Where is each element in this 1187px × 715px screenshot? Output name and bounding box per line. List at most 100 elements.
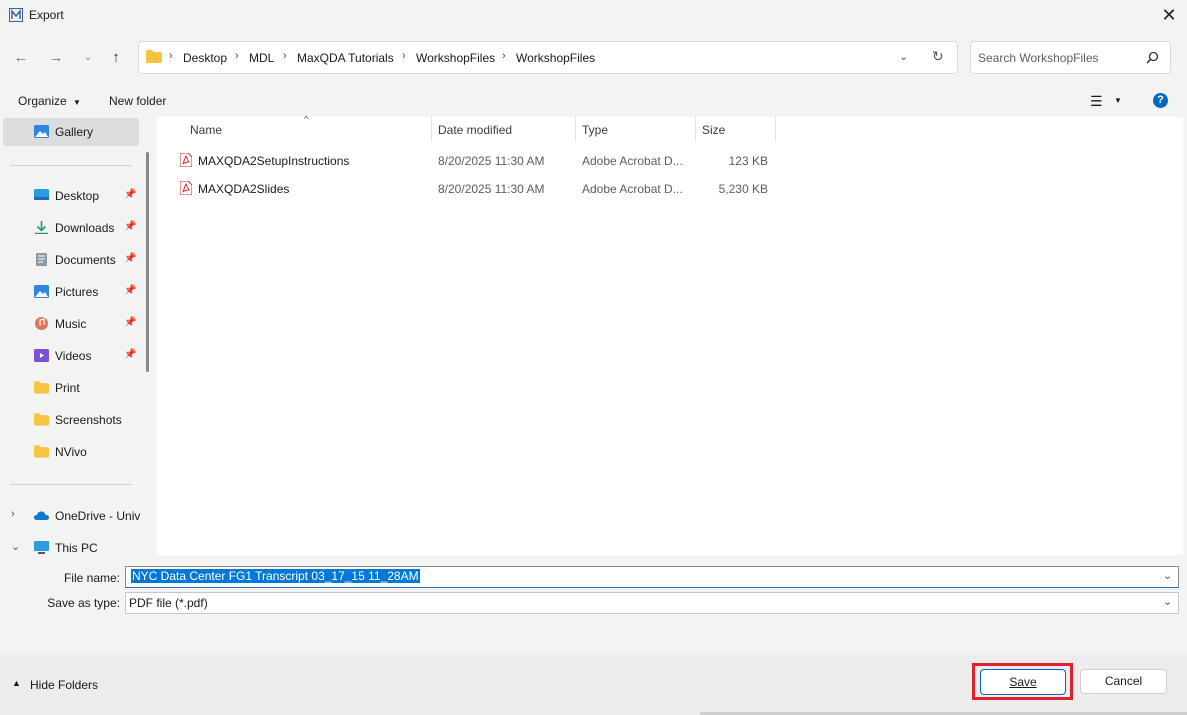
desktop-icon <box>34 189 49 200</box>
close-icon[interactable]: ✕ <box>1156 2 1182 28</box>
table-row[interactable]: MAXQDA2SetupInstructions 8/20/2025 11:30… <box>175 148 775 172</box>
pin-icon[interactable]: 📌 <box>124 221 136 232</box>
file-size: 5,230 KB <box>718 182 768 196</box>
up-arrow-icon[interactable]: ↑ <box>104 46 128 70</box>
hide-folders-chevron-up-icon[interactable]: ▲ <box>12 678 21 688</box>
file-name-label: File name: <box>63 571 120 585</box>
sidebar-divider <box>10 165 132 166</box>
breadcrumb-desktop[interactable]: Desktop <box>183 51 227 65</box>
help-icon[interactable]: ? <box>1153 93 1168 108</box>
recent-locations-chevron-icon[interactable]: ⌄ <box>76 46 100 70</box>
sidebar-item-documents[interactable]: Documents 📌 <box>0 246 140 274</box>
file-date: 8/20/2025 11:30 AM <box>438 154 545 168</box>
search-icon[interactable] <box>1146 51 1159 64</box>
sidebar-item-label: Videos <box>55 349 92 363</box>
music-icon <box>35 317 48 330</box>
pdf-file-icon <box>180 153 192 167</box>
sidebar-item-label: Documents <box>55 253 116 267</box>
save-as-type-chevron-icon[interactable]: ⌄ <box>1163 595 1172 608</box>
download-icon <box>35 221 48 234</box>
folder-icon <box>34 381 49 394</box>
pin-icon[interactable]: 📌 <box>124 189 136 200</box>
save-as-type-select[interactable] <box>125 592 1179 614</box>
sidebar-item-nvivo[interactable]: NVivo <box>0 438 140 466</box>
file-name-dropdown-chevron-icon[interactable]: ⌄ <box>1163 569 1172 582</box>
sidebar-item-label: NVivo <box>55 445 87 459</box>
window-title: Export <box>29 8 64 22</box>
save-label: Save <box>1009 675 1037 689</box>
column-divider[interactable] <box>695 117 696 141</box>
sidebar-item-label: OneDrive - Univ <box>55 509 141 523</box>
sidebar-item-label: Screenshots <box>55 413 122 427</box>
sidebar-item-music[interactable]: Music 📌 <box>0 310 140 338</box>
folder-icon <box>34 413 49 426</box>
app-icon <box>9 8 23 22</box>
file-type: Adobe Acrobat D... <box>582 154 683 168</box>
breadcrumb-workshopfiles[interactable]: WorkshopFiles <box>416 51 495 65</box>
view-options-icon[interactable]: ☰ <box>1090 93 1103 110</box>
breadcrumb-separator-icon: › <box>235 50 239 62</box>
sidebar-item-print[interactable]: Print <box>0 374 140 402</box>
sidebar-item-screenshots[interactable]: Screenshots <box>0 406 140 434</box>
sidebar-item-desktop[interactable]: Desktop 📌 <box>0 182 140 210</box>
save-as-type-label: Save as type: <box>47 596 120 610</box>
title-bar <box>0 0 1187 31</box>
sidebar-item-downloads[interactable]: Downloads 📌 <box>0 214 140 242</box>
forward-arrow-icon[interactable]: → <box>44 46 68 70</box>
sidebar-item-label: Desktop <box>55 189 100 203</box>
sidebar-item-this-pc[interactable]: ⌄ This PC <box>0 534 140 555</box>
address-dropdown-chevron-icon[interactable]: ⌄ <box>899 50 908 63</box>
column-header-type[interactable]: Type <box>582 123 608 137</box>
sidebar-scrollbar[interactable] <box>146 152 149 372</box>
cancel-button[interactable]: Cancel <box>1080 669 1167 694</box>
pdf-file-icon <box>180 181 192 195</box>
collapse-chevron-icon[interactable]: ⌄ <box>11 540 20 553</box>
breadcrumb-mdl[interactable]: MDL <box>249 51 274 65</box>
sidebar-item-label: This PC <box>55 541 98 555</box>
table-row[interactable]: MAXQDA2Slides 8/20/2025 11:30 AM Adobe A… <box>175 176 775 200</box>
new-folder-button[interactable]: New folder <box>109 94 166 108</box>
expand-chevron-icon[interactable]: › <box>11 508 15 520</box>
file-size: 123 KB <box>728 154 768 168</box>
breadcrumb-separator-icon: › <box>502 50 506 62</box>
folder-icon <box>34 445 49 458</box>
column-header-name[interactable]: Name <box>190 123 222 137</box>
column-header-date-modified[interactable]: Date modified <box>438 123 512 137</box>
pin-icon[interactable]: 📌 <box>124 317 136 328</box>
pin-icon[interactable]: 📌 <box>124 253 136 264</box>
sidebar-item-gallery[interactable]: Gallery <box>3 118 139 146</box>
column-divider[interactable] <box>775 117 776 141</box>
column-divider[interactable] <box>575 117 576 141</box>
file-date: 8/20/2025 11:30 AM <box>438 182 545 196</box>
refresh-icon[interactable]: ↻ <box>932 48 944 65</box>
breadcrumb-separator-icon: › <box>169 50 173 62</box>
save-button[interactable]: Save <box>980 669 1066 695</box>
pin-icon[interactable]: 📌 <box>124 285 136 296</box>
document-icon <box>36 253 47 266</box>
sidebar-item-label: Print <box>55 381 80 395</box>
file-type: Adobe Acrobat D... <box>582 182 683 196</box>
breadcrumb-separator-icon: › <box>402 50 406 62</box>
breadcrumb-maxqda-tutorials[interactable]: MaxQDA Tutorials <box>297 51 394 65</box>
organize-label: Organize <box>18 94 67 108</box>
sidebar-item-videos[interactable]: Videos 📌 <box>0 342 140 370</box>
video-icon <box>34 349 49 362</box>
sort-ascending-icon: ^ <box>304 114 309 124</box>
file-name-value[interactable]: NYC Data Center FG1 Transcript 03_17_15 … <box>131 569 420 583</box>
sidebar-divider <box>10 484 132 485</box>
hide-folders-button[interactable]: Hide Folders <box>30 678 98 692</box>
pin-icon[interactable]: 📌 <box>124 349 136 360</box>
sidebar-item-pictures[interactable]: Pictures 📌 <box>0 278 140 306</box>
picture-icon <box>34 285 49 298</box>
sidebar-item-label: Pictures <box>55 285 99 299</box>
breadcrumb-workshopfiles-current[interactable]: WorkshopFiles <box>516 51 595 65</box>
sidebar-item-label: Gallery <box>55 125 94 139</box>
organize-button[interactable]: Organize ▼ <box>18 94 81 108</box>
back-arrow-icon[interactable]: ← <box>9 46 33 70</box>
view-chevron-down-icon[interactable]: ▼ <box>1114 96 1122 105</box>
file-name: MAXQDA2Slides <box>198 182 290 196</box>
column-divider[interactable] <box>431 117 432 141</box>
column-header-size[interactable]: Size <box>702 123 725 137</box>
sidebar-item-onedrive[interactable]: › OneDrive - Univ <box>0 502 140 530</box>
breadcrumb-separator-icon: › <box>283 50 287 62</box>
